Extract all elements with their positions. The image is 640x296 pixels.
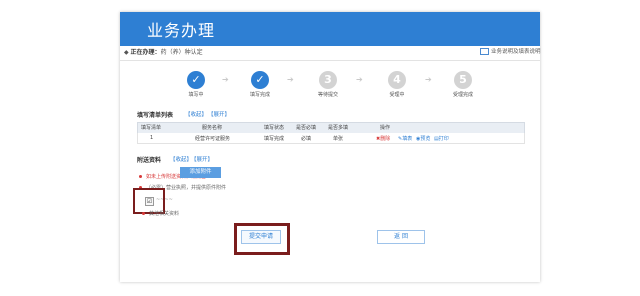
step-2-circle: ✓ (251, 71, 269, 89)
arrow-right-icon: ➔ (356, 75, 363, 84)
row-service-name: 经营许可证服务 (195, 136, 231, 142)
step-1-circle: ✓ (187, 71, 205, 89)
breadcrumb-value: 药（养）种认定 (160, 49, 203, 56)
col-header: 填写清单 (141, 125, 162, 131)
row-required: 必填 (301, 136, 312, 142)
attachments-collapse-link[interactable]: 【收起】 (170, 155, 192, 163)
step-4-circle: 4 (388, 71, 406, 89)
attachments-expand-link[interactable]: 【展开】 (191, 155, 213, 163)
collapse-link[interactable]: 【收起】 (185, 110, 207, 118)
col-header: 填写状态 (264, 125, 285, 131)
attachments-title: 附送资料 (137, 157, 162, 164)
form-list-title: 填写清单列表 (137, 112, 174, 119)
step-4-label: 受理中 (389, 92, 405, 98)
back-button[interactable]: 返 回 (377, 230, 425, 244)
arrow-right-icon: ➔ (425, 75, 432, 84)
step-3-label: 等待提交 (317, 92, 338, 98)
arrow-right-icon: ➔ (222, 75, 229, 84)
breadcrumb-label: 正在办理： (130, 49, 161, 56)
row-status: 填写完成 (264, 136, 285, 142)
step-5-label: 受理完成 (452, 92, 473, 98)
row-multi: 单张 (333, 136, 344, 142)
step-3-circle: 3 (319, 71, 337, 89)
step-1-label: 填写中 (188, 92, 204, 98)
add-attachment-button[interactable]: 添加附件 (180, 167, 221, 178)
expand-link[interactable]: 【展开】 (208, 110, 230, 118)
arrow-right-icon: ➔ (287, 75, 294, 84)
diamond-icon: ◆ (124, 49, 129, 56)
page-title: 业务办理 (147, 21, 216, 40)
step-2-label: 填写完成 (249, 92, 270, 98)
delete-link[interactable]: ✖删除 (376, 135, 390, 142)
col-header: 操作 (380, 125, 391, 131)
row-number: 1 (150, 135, 154, 141)
warning-dot-icon (139, 175, 142, 178)
col-header: 服务名称 (202, 125, 223, 131)
fill-link[interactable]: ✎填表 (398, 135, 412, 142)
step-5-circle: 5 (454, 71, 472, 89)
help-label: 业务说明及填表说明 (491, 49, 541, 55)
print-link[interactable]: ▤打印 (434, 135, 449, 142)
col-header: 是否多填 (328, 125, 349, 131)
preview-link[interactable]: ◉预览 (416, 135, 430, 142)
help-link[interactable]: 业务说明及填表说明 (480, 47, 541, 55)
book-icon (480, 48, 489, 55)
breadcrumb: ◆ 正在办理：药（养）种认定 (124, 47, 203, 56)
attachment-item-3: 其他相关资料 (149, 211, 180, 217)
warning-dot-icon (142, 212, 145, 215)
highlight-box (234, 223, 290, 255)
col-header: 是否必填 (296, 125, 317, 131)
